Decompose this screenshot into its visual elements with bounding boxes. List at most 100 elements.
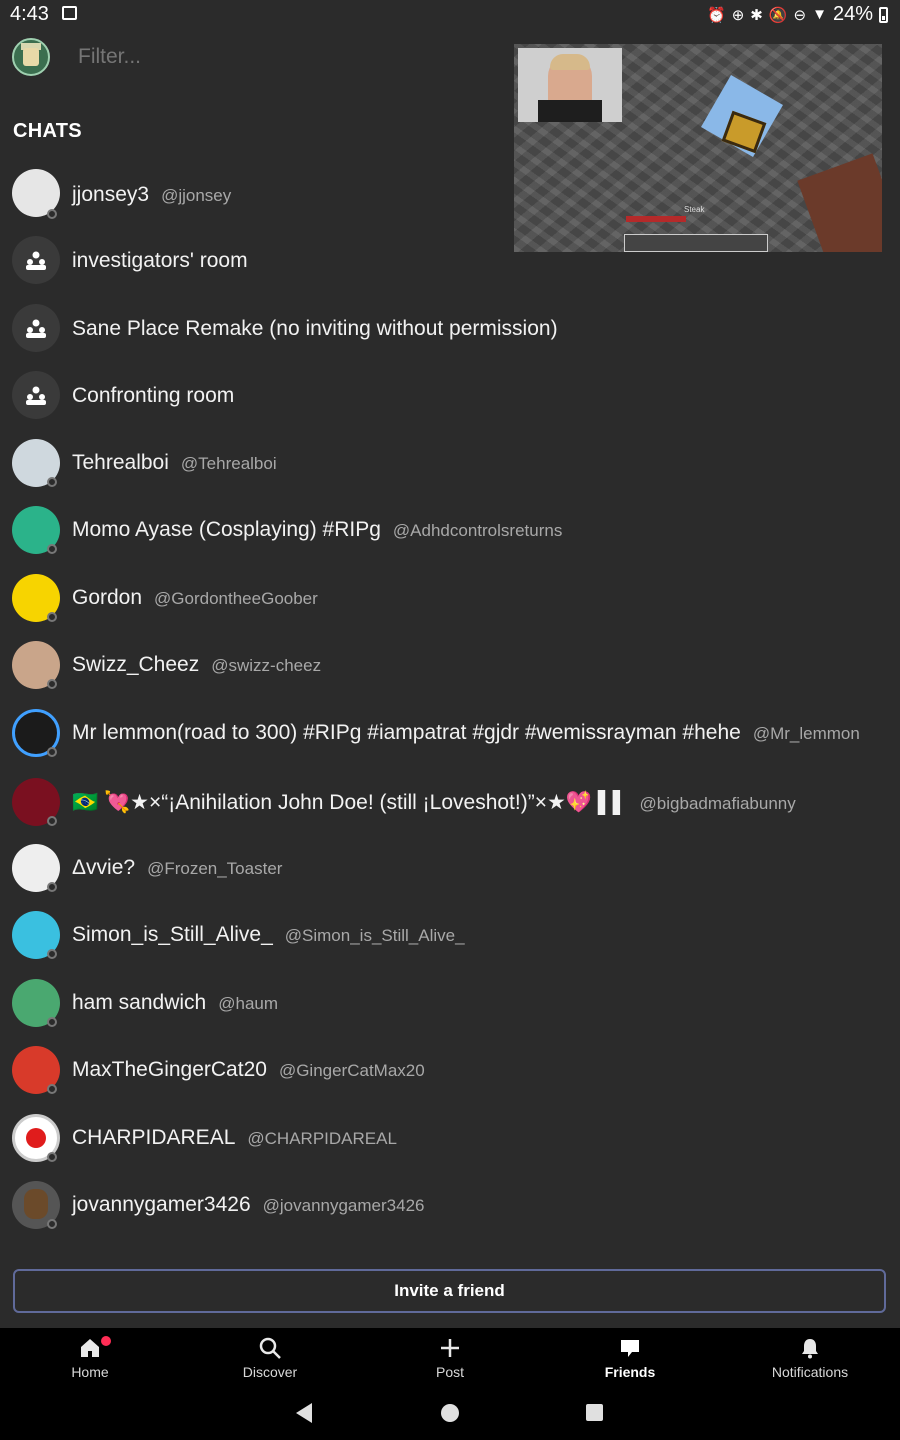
chat-item-simon[interactable]: Simon_is_Still_Alive_ @Simon_is_Still_Ali… [0, 905, 900, 965]
presence-indicator [47, 1084, 57, 1094]
presence-indicator [47, 612, 57, 622]
chat-name: Δvvie? [72, 856, 136, 879]
chat-name: Confronting room [72, 384, 235, 407]
filter-input[interactable] [76, 44, 460, 70]
sync-icon: ⊕ [731, 6, 745, 24]
chat-item-tehrealboi[interactable]: Tehrealboi @Tehrealboi [0, 433, 900, 493]
presence-indicator [47, 949, 57, 959]
nav-label: Notifications [771, 1364, 849, 1380]
chat-handle: @Adhdcontrolsreturns [392, 521, 563, 540]
chat-item-confronting-room[interactable]: Confronting room [0, 365, 900, 425]
chat-handle: @haum [218, 994, 279, 1013]
nav-post[interactable]: Post [360, 1328, 540, 1386]
chat-item-anihilation-john-doe[interactable]: 🇧🇷 💘★×“¡Anihilation John Doe! (still ¡Lo… [0, 772, 900, 832]
nav-label: Post [435, 1364, 464, 1380]
chat-list: jjonsey3 @jjonsey investigators' room San… [0, 160, 900, 1250]
chat-item-jovannygamer3426[interactable]: jovannygamer3426 @jovannygamer3426 [0, 1175, 900, 1235]
presence-indicator [47, 544, 57, 554]
presence-indicator [47, 477, 57, 487]
presence-indicator [47, 747, 57, 757]
chat-name: investigators' room [72, 249, 248, 272]
presence-indicator [47, 679, 57, 689]
dnd-icon: ⊖ [793, 6, 807, 24]
nav-discover[interactable]: Discover [180, 1328, 360, 1386]
system-nav-bar [0, 1386, 900, 1440]
chat-item-mr-lemmon[interactable]: Mr lemmon(road to 300) #RIPg #iampatrat … [0, 703, 900, 763]
presence-indicator [47, 1219, 57, 1229]
chat-handle: @bigbadmafiabunny [639, 794, 796, 813]
chats-heading: CHATS [13, 120, 82, 142]
chat-handle: @jjonsey [161, 186, 232, 205]
chat-name: jjonsey3 [72, 183, 150, 206]
profile-avatar[interactable] [12, 38, 50, 76]
chat-item-charpidareal[interactable]: CHARPIDAREAL @CHARPIDAREAL [0, 1108, 900, 1168]
presence-indicator [47, 209, 57, 219]
bell-icon [802, 1339, 818, 1359]
group-icon [26, 319, 46, 338]
invite-area: Invite a friend [0, 1254, 900, 1328]
chat-handle: @Simon_is_Still_Alive_ [284, 926, 465, 945]
nav-notifications[interactable]: Notifications [720, 1328, 900, 1386]
battery-percent: 24% [832, 3, 873, 25]
notification-badge [101, 1336, 111, 1346]
chat-item-avvie[interactable]: Δvvie? @Frozen_Toaster [0, 838, 900, 898]
chat-name: Mr lemmon(road to 300) #RIPg #iampatrat … [72, 721, 741, 744]
group-icon [26, 251, 46, 270]
chat-name: Swizz_Cheez [72, 653, 200, 676]
bottom-nav: Home Discover Post Friends Notifications [0, 1328, 900, 1386]
image-notification-icon [62, 6, 77, 20]
webcam-overlay [518, 48, 622, 122]
alarm-icon: ⏰ [707, 6, 726, 24]
nav-label: Friends [604, 1364, 656, 1380]
chat-name: Gordon [72, 586, 143, 609]
search-icon [259, 1337, 281, 1359]
presence-indicator [47, 1017, 57, 1027]
nav-friends[interactable]: Friends [540, 1328, 720, 1386]
chat-handle: @GingerCatMax20 [278, 1061, 425, 1080]
chat-handle: @swizz-cheez [211, 656, 322, 675]
nav-label: Discover [242, 1364, 298, 1380]
chat-item-momo-ayase[interactable]: Momo Ayase (Cosplaying) #RIPg @Adhdcontro… [0, 500, 900, 560]
nav-label: Home [71, 1364, 109, 1380]
chat-name: jovannygamer3426 [72, 1193, 251, 1216]
chat-name: Sane Place Remake (no inviting without p… [72, 317, 558, 340]
chat-handle: @CHARPIDAREAL [247, 1129, 397, 1148]
chat-item-investigators-room[interactable]: investigators' room [0, 230, 900, 290]
chat-name: Momo Ayase (Cosplaying) #RIPg [72, 518, 381, 541]
chat-item-ham-sandwich[interactable]: ham sandwich @haum [0, 973, 900, 1033]
back-icon[interactable] [296, 1403, 312, 1423]
chat-item-maxthegingercat20[interactable]: MaxTheGingerCat20 @GingerCatMax20 [0, 1040, 900, 1100]
presence-indicator [47, 1152, 57, 1162]
chat-name: 🇧🇷 💘★×“¡Anihilation John Doe! (still ¡Lo… [72, 791, 628, 814]
wifi-icon: ▼ [812, 6, 827, 23]
group-avatar [12, 304, 60, 352]
chat-item-swizz-cheez[interactable]: Swizz_Cheez @swizz-cheez [0, 635, 900, 695]
chat-handle: @GordontheeGoober [154, 589, 318, 608]
chat-item-jjonsey3[interactable]: jjonsey3 @jjonsey [0, 163, 900, 223]
chat-item-sane-place-remake[interactable]: Sane Place Remake (no inviting without p… [0, 298, 900, 358]
chat-item-gordon[interactable]: Gordon @GordontheeGoober [0, 568, 900, 628]
chat-handle: @Mr_lemmon [752, 724, 860, 743]
chat-handle: @jovannygamer3426 [262, 1196, 425, 1215]
home-icon [81, 1339, 99, 1357]
presence-indicator [47, 882, 57, 892]
status-time: 4:43 [10, 3, 49, 25]
invite-friend-button[interactable]: Invite a friend [13, 1269, 886, 1313]
home-circle-icon[interactable] [441, 1404, 459, 1422]
chat-name: Tehrealboi [72, 451, 169, 474]
chat-handle: @Tehrealboi [180, 454, 277, 473]
recents-icon[interactable] [586, 1404, 603, 1421]
chat-name: CHARPIDAREAL [72, 1126, 236, 1149]
chat-name: ham sandwich [72, 991, 207, 1014]
plus-icon [441, 1339, 459, 1357]
nav-home[interactable]: Home [0, 1328, 180, 1386]
presence-indicator [47, 816, 57, 826]
chat-handle: @Frozen_Toaster [147, 859, 283, 878]
battery-icon [879, 6, 888, 23]
notifications-off-icon: 🔕 [768, 6, 788, 24]
group-avatar [12, 236, 60, 284]
group-avatar [12, 371, 60, 419]
chat-name: MaxTheGingerCat20 [72, 1058, 267, 1081]
chat-bubble-icon [621, 1340, 639, 1357]
group-icon [26, 386, 46, 405]
